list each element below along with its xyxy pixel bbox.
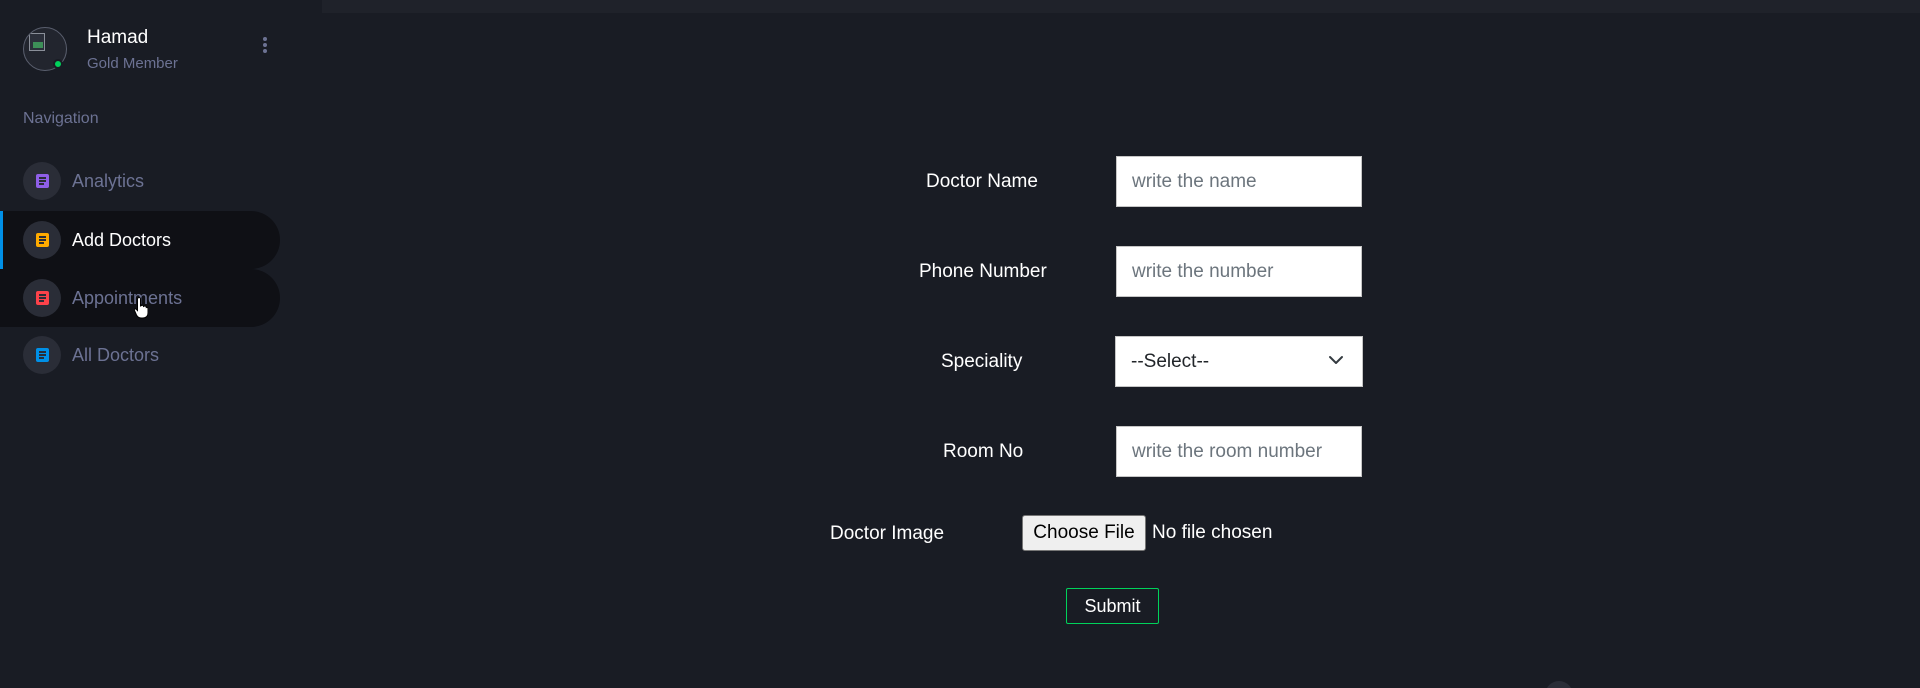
nav-icon-bubble — [23, 221, 61, 259]
document-icon — [36, 291, 49, 305]
hand-cursor-icon — [134, 297, 148, 319]
sidebar-item-label: Add Doctors — [72, 230, 172, 250]
sidebar-item-label: Analytics — [72, 171, 145, 191]
nav-icon-bubble — [23, 279, 61, 317]
scroll-to-top-button[interactable] — [1545, 681, 1573, 688]
more-options-icon[interactable] — [261, 37, 269, 57]
document-icon — [36, 348, 49, 362]
doctor-name-input[interactable] — [1116, 156, 1362, 207]
file-status-text: No file chosen — [1152, 522, 1273, 543]
profile-membership: Gold Member — [87, 55, 178, 72]
speciality-label: Speciality — [941, 351, 1023, 372]
choose-file-button[interactable]: Choose File — [1022, 515, 1146, 551]
speciality-select[interactable]: --Select-- — [1115, 336, 1363, 387]
doctor-image-label: Doctor Image — [830, 523, 945, 544]
sidebar-item-add-doctors[interactable]: Add Doctors — [0, 211, 280, 269]
room-no-input[interactable] — [1116, 426, 1362, 477]
phone-number-label: Phone Number — [919, 261, 1047, 282]
sidebar-item-label: Appointments — [72, 288, 183, 308]
nav-heading: Navigation — [23, 110, 99, 127]
sidebar-item-analytics[interactable]: Analytics — [0, 152, 280, 210]
top-navbar — [322, 0, 1920, 13]
speciality-selected-value: --Select-- — [1131, 351, 1210, 372]
broken-image-icon — [29, 33, 45, 51]
room-no-label: Room No — [943, 441, 1024, 462]
profile-section: Hamad Gold Member — [23, 25, 283, 73]
document-icon — [36, 174, 49, 188]
online-status-indicator — [53, 59, 63, 69]
phone-number-input[interactable] — [1116, 246, 1362, 297]
sidebar: Hamad Gold Member Navigation Analytics A… — [0, 0, 290, 688]
sidebar-item-label: All Doctors — [72, 345, 160, 365]
doctor-name-label: Doctor Name — [926, 171, 1038, 192]
nav-icon-bubble — [23, 336, 61, 374]
document-icon — [36, 233, 49, 247]
sidebar-item-all-doctors[interactable]: All Doctors — [0, 326, 280, 384]
profile-name: Hamad — [87, 27, 149, 48]
submit-button[interactable]: Submit — [1066, 588, 1159, 624]
nav-icon-bubble — [23, 162, 61, 200]
chevron-down-icon — [1329, 356, 1343, 364]
